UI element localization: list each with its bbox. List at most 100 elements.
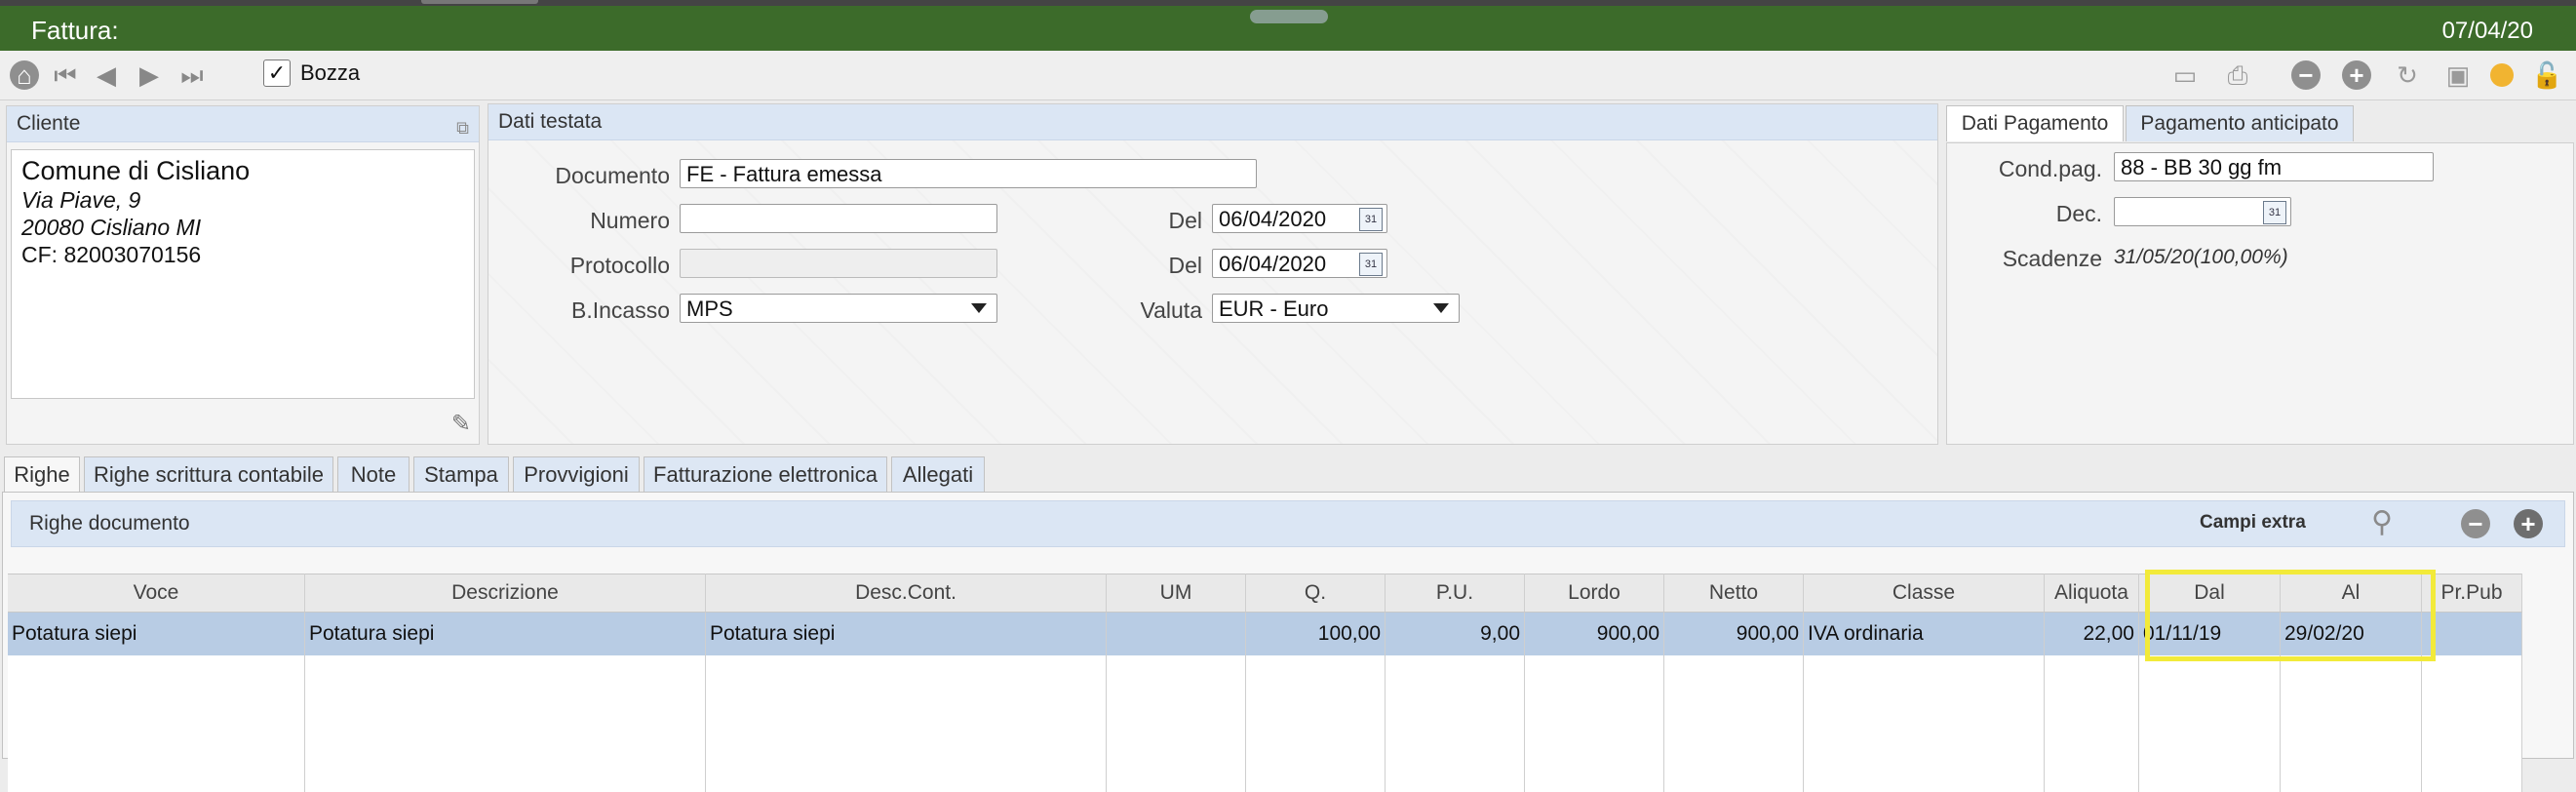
bincasso-select[interactable]: MPS — [680, 294, 997, 323]
cliente-name: Comune di Cisliano — [21, 156, 251, 185]
tab-dati-pagamento[interactable]: Dati Pagamento — [1946, 105, 2124, 141]
drag-handle[interactable] — [1250, 10, 1328, 23]
col-descrizione[interactable]: Descrizione — [304, 574, 706, 613]
cell-q[interactable]: 100,00 — [1245, 612, 1386, 655]
refresh-icon[interactable]: ↻ — [2393, 60, 2422, 90]
print-icon[interactable]: ⎙ — [2223, 60, 2252, 90]
documento-field[interactable]: FE - Fattura emessa — [680, 159, 1257, 188]
remove-icon[interactable]: − — [2291, 60, 2321, 90]
calendar-icon[interactable]: 31 — [1359, 208, 1383, 231]
protocollo-field[interactable] — [680, 249, 997, 278]
title-bar: Fattura: 07/04/20 — [0, 6, 2576, 51]
empty-cell — [1385, 655, 1525, 792]
last-record-icon[interactable]: ⏭ — [177, 60, 207, 90]
tab-stampa[interactable]: Stampa — [413, 456, 509, 493]
tab-pagamento-anticipato[interactable]: Pagamento anticipato — [2126, 105, 2354, 141]
add-icon[interactable]: + — [2342, 60, 2371, 90]
col-um[interactable]: UM — [1106, 574, 1246, 613]
empty-cell — [1524, 655, 1664, 792]
cliente-panel: Cliente ⧉ Comune di Cisliano Via Piave, … — [6, 105, 480, 445]
unlock-icon[interactable]: 🔓 — [2531, 60, 2562, 90]
empty-cell — [2421, 655, 2522, 792]
home-icon[interactable]: ⌂ — [10, 60, 39, 90]
scadenze-label: Scadenze — [2002, 246, 2102, 271]
first-record-icon[interactable]: ⏮ — [51, 60, 80, 90]
valuta-value: EUR - Euro — [1219, 297, 1329, 321]
draft-checkbox[interactable]: ✓ — [263, 59, 291, 87]
cell-pr-pub[interactable] — [2421, 612, 2522, 655]
dec-field[interactable]: 31 — [2114, 197, 2291, 226]
del-date-field-2[interactable]: 06/04/2020 31 — [1212, 249, 1387, 278]
col-lordo[interactable]: Lordo — [1524, 574, 1664, 613]
col-pr-pub[interactable]: Pr.Pub — [2421, 574, 2522, 613]
cell-netto[interactable]: 900,00 — [1663, 612, 1804, 655]
tab-note[interactable]: Note — [337, 456, 410, 493]
pagamento-panel — [1946, 142, 2574, 445]
empty-cell — [2280, 655, 2422, 792]
cell-desc-cont[interactable]: Potatura siepi — [705, 612, 1107, 655]
calendar-icon[interactable]: 31 — [2263, 201, 2286, 224]
status-icon[interactable] — [2490, 63, 2514, 87]
valuta-select[interactable]: EUR - Euro — [1212, 294, 1460, 323]
numero-field[interactable] — [680, 204, 997, 233]
calendar-icon[interactable]: 31 — [1359, 253, 1383, 276]
col-desc-cont[interactable]: Desc.Cont. — [705, 574, 1107, 613]
cond-pag-field[interactable]: 88 - BB 30 gg fm — [2114, 152, 2434, 181]
tab-provvigioni[interactable]: Provvigioni — [513, 456, 640, 493]
cliente-header: Cliente ⧉ — [7, 106, 479, 142]
righe-title: Righe documento — [29, 512, 190, 535]
col-pu[interactable]: P.U. — [1385, 574, 1525, 613]
chevron-down-icon — [1433, 303, 1449, 313]
del-date-field-1[interactable]: 06/04/2020 31 — [1212, 204, 1387, 233]
archive-icon[interactable]: ▭ — [2170, 60, 2200, 90]
cell-lordo[interactable]: 900,00 — [1524, 612, 1664, 655]
bincasso-label: B.Incasso — [571, 297, 670, 323]
tab-allegati[interactable]: Allegati — [891, 456, 985, 493]
next-record-icon[interactable]: ▶ — [135, 60, 164, 90]
add-row-icon[interactable]: + — [2514, 509, 2543, 538]
empty-cell — [1803, 655, 2045, 792]
previous-record-icon[interactable]: ◀ — [92, 60, 121, 90]
del-label-2: Del — [1168, 253, 1202, 278]
cell-um[interactable] — [1106, 612, 1246, 655]
col-classe[interactable]: Classe — [1803, 574, 2045, 613]
cell-pu[interactable]: 9,00 — [1385, 612, 1525, 655]
col-q[interactable]: Q. — [1245, 574, 1386, 613]
cliente-cf: CF: 82003070156 — [21, 242, 202, 267]
draft-label: Bozza — [300, 60, 361, 85]
del-date-value-2: 06/04/2020 — [1219, 252, 1327, 276]
col-aliquota[interactable]: Aliquota — [2044, 574, 2139, 613]
col-voce[interactable]: Voce — [8, 574, 305, 613]
chevron-down-icon — [971, 303, 987, 313]
cell-classe[interactable]: IVA ordinaria — [1803, 612, 2045, 655]
scadenze-value: 31/05/20(100,00%) — [2114, 246, 2288, 268]
edit-pencil-icon[interactable]: ✎ — [451, 410, 471, 438]
empty-cell — [8, 655, 305, 792]
remove-row-icon[interactable]: − — [2461, 509, 2490, 538]
tab-righe[interactable]: Righe — [4, 456, 80, 494]
dec-label: Dec. — [2055, 201, 2102, 226]
tab-fatturazione-elettronica[interactable]: Fatturazione elettronica — [644, 456, 887, 493]
highlight-box-dal-al — [2145, 570, 2436, 661]
tab-righe-scrittura-contabile[interactable]: Righe scrittura contabile — [84, 456, 333, 493]
campi-extra-button[interactable]: Campi extra — [2200, 512, 2306, 534]
numero-label: Numero — [590, 208, 670, 233]
empty-cell — [1245, 655, 1386, 792]
link-icon[interactable]: ⧉ — [456, 110, 469, 145]
search-icon[interactable]: ⚲ — [2371, 505, 2393, 539]
cliente-title: Cliente — [17, 112, 81, 135]
col-netto[interactable]: Netto — [1663, 574, 1804, 613]
protocollo-label: Protocollo — [569, 253, 670, 278]
cliente-address-box: Comune di Cisliano Via Piave, 9 20080 Ci… — [11, 149, 475, 399]
cliente-address-1: Via Piave, 9 — [21, 187, 141, 213]
save-icon[interactable]: ▣ — [2443, 60, 2473, 90]
documento-label: Documento — [555, 163, 670, 188]
empty-cell — [304, 655, 706, 792]
empty-cell — [2138, 655, 2281, 792]
cell-voce[interactable]: Potatura siepi — [8, 612, 305, 655]
empty-row — [8, 655, 2522, 792]
cell-descrizione[interactable]: Potatura siepi — [304, 612, 706, 655]
empty-cell — [1106, 655, 1246, 792]
cell-aliquota[interactable]: 22,00 — [2044, 612, 2139, 655]
window-date: 07/04/20 — [2441, 18, 2533, 44]
